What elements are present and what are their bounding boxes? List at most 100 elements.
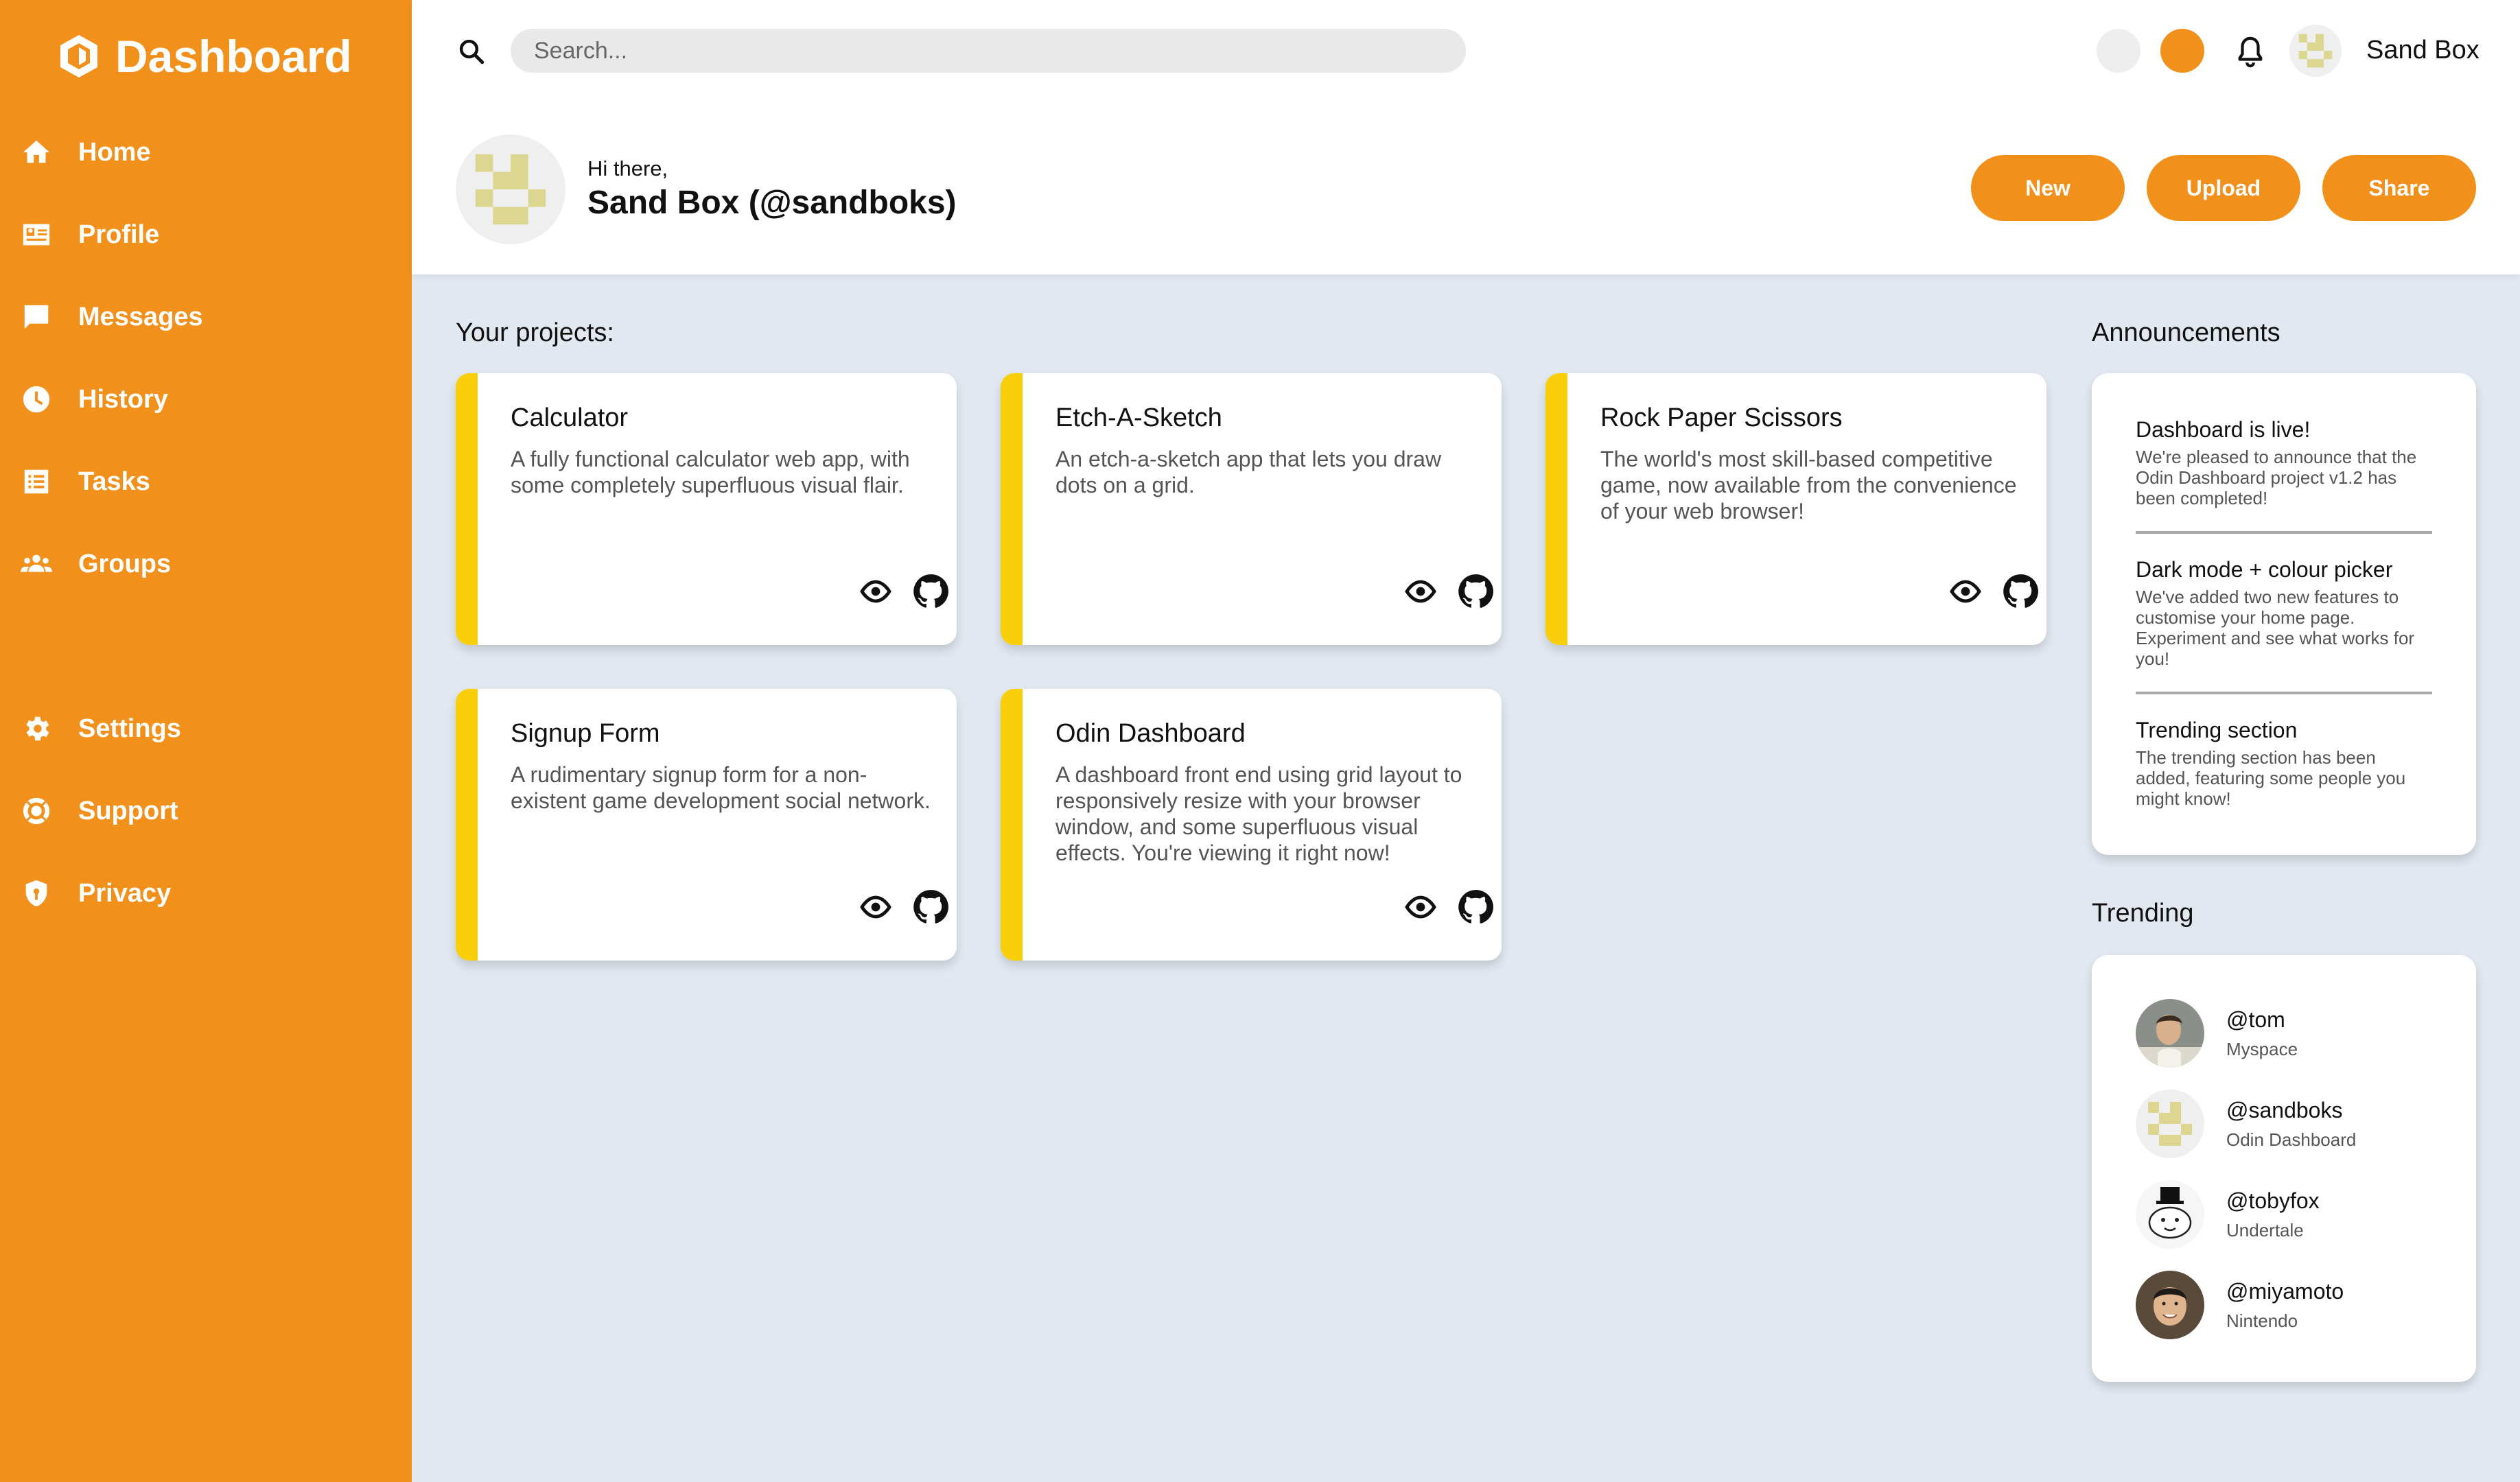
sidebar-item-profile[interactable]: Profile xyxy=(21,214,159,255)
project-description: A dashboard front end using grid layout … xyxy=(1055,762,1462,865)
header-user-name[interactable]: Sand Box xyxy=(2366,36,2480,65)
sidebar-item-label: Settings xyxy=(78,714,181,743)
project-card[interactable]: Rock Paper Scissors The world's most ski… xyxy=(1545,373,2046,645)
sidebar-item-settings[interactable]: Settings xyxy=(21,708,181,749)
eye-icon[interactable] xyxy=(1404,578,1437,605)
clock-icon xyxy=(23,386,50,413)
trending-user[interactable]: @miyamoto Nintendo xyxy=(2136,1271,2451,1339)
project-card[interactable]: Calculator A fully functional calculator… xyxy=(456,373,957,645)
github-icon[interactable] xyxy=(1458,574,1493,609)
github-icon[interactable] xyxy=(1458,889,1493,925)
home-icon xyxy=(23,140,50,163)
sidebar-item-label: Support xyxy=(78,796,178,825)
sidebar-item-tasks[interactable]: Tasks xyxy=(21,461,150,502)
trending-heading: Trending xyxy=(2092,899,2194,928)
project-card[interactable]: Etch-A-Sketch An etch-a-sketch app that … xyxy=(1001,373,1502,645)
project-description: A fully functional calculator web app, w… xyxy=(511,447,910,497)
divider xyxy=(2136,692,2432,694)
greeting: Hi there, xyxy=(587,156,668,180)
bell-icon[interactable] xyxy=(2235,34,2266,69)
announcements-heading: Announcements xyxy=(2092,318,2280,347)
sidebar-item-label: Groups xyxy=(78,549,172,578)
project-description: The world's most skill-based competitive… xyxy=(1600,447,2017,524)
announcement-title: Dashboard is live! xyxy=(2136,417,2311,442)
pixel-avatar xyxy=(2136,1090,2204,1158)
eye-icon[interactable] xyxy=(859,578,892,605)
eye-icon[interactable] xyxy=(859,893,892,921)
announcement-item: Dashboard is live! We're pleased to anno… xyxy=(2136,417,2432,508)
sidebar: Dashboard Home Profile Messages History … xyxy=(0,0,412,1482)
github-icon[interactable] xyxy=(913,574,948,609)
list-icon xyxy=(24,469,49,494)
project-title: Etch-A-Sketch xyxy=(1055,403,1222,432)
colour-picker-button[interactable] xyxy=(2160,29,2204,73)
gear-icon xyxy=(26,716,49,741)
sidebar-item-label: Messages xyxy=(78,302,203,331)
message-icon xyxy=(24,305,49,329)
trending-subtitle: Undertale xyxy=(2226,1220,2304,1240)
trending-subtitle: Myspace xyxy=(2226,1039,2298,1059)
sidebar-item-label: Profile xyxy=(78,220,160,249)
user-photo-avatar xyxy=(2136,999,2204,1068)
sidebar-item-label: Home xyxy=(78,137,151,167)
trending-handle: @tobyfox xyxy=(2226,1188,2320,1213)
moon-icon xyxy=(2111,40,2122,61)
announcement-body: We've added two new features to customis… xyxy=(2136,587,2415,669)
eye-icon[interactable] xyxy=(1404,893,1437,921)
sidebar-item-label: History xyxy=(78,384,168,414)
sidebar-item-label: Tasks xyxy=(78,467,150,496)
brand-title: Dashboard xyxy=(115,31,352,82)
project-description: A rudimentary signup form for a non-exis… xyxy=(511,762,931,813)
upload-button[interactable]: Upload xyxy=(2147,155,2300,221)
profile-avatar xyxy=(456,134,565,244)
project-card[interactable]: Signup Form A rudimentary signup form fo… xyxy=(456,689,957,961)
announcement-title: Trending section xyxy=(2136,718,2298,742)
shield-icon xyxy=(25,880,47,907)
sidebar-item-home[interactable]: Home xyxy=(21,132,151,173)
trending-user[interactable]: @tobyfox Undertale xyxy=(2136,1180,2451,1249)
header: Sand Box Hi there, Sand Box (@sandboks) … xyxy=(412,0,2520,274)
trending-user[interactable]: @sandboks Odin Dashboard xyxy=(2136,1090,2451,1158)
brand[interactable]: Dashboard xyxy=(58,30,352,82)
profile-card-icon xyxy=(23,224,50,246)
trending-handle: @sandboks xyxy=(2226,1098,2343,1122)
sidebar-item-support[interactable]: Support xyxy=(21,790,178,832)
project-title: Calculator xyxy=(511,403,629,432)
projects-heading: Your projects: xyxy=(456,318,614,347)
sidebar-item-history[interactable]: History xyxy=(21,379,168,420)
groups-icon xyxy=(21,554,52,572)
announcements-panel: Dashboard is live! We're pleased to anno… xyxy=(2092,373,2476,855)
trending-subtitle: Odin Dashboard xyxy=(2226,1129,2357,1150)
project-title: Rock Paper Scissors xyxy=(1600,403,1843,432)
trending-user[interactable]: @tom Myspace xyxy=(2136,999,2451,1068)
avatar[interactable] xyxy=(2289,25,2342,77)
divider xyxy=(2136,531,2432,534)
sketch-dog-avatar xyxy=(2136,1180,2204,1249)
announcement-body: The trending section has been added, fea… xyxy=(2136,747,2406,809)
announcement-title: Dark mode + colour picker xyxy=(2136,557,2393,582)
new-button[interactable]: New xyxy=(1971,155,2125,221)
project-title: Odin Dashboard xyxy=(1055,719,1246,748)
project-description: An etch-a-sketch app that lets you draw … xyxy=(1055,447,1442,497)
eye-icon[interactable] xyxy=(1949,578,1982,605)
trending-handle: @tom xyxy=(2226,1007,2285,1032)
announcement-item: Dark mode + colour picker We've added tw… xyxy=(2136,557,2432,669)
project-card[interactable]: Odin Dashboard A dashboard front end usi… xyxy=(1001,689,1502,961)
announcement-item: Trending section The trending section ha… xyxy=(2136,718,2432,809)
search-input[interactable] xyxy=(511,29,1466,73)
sidebar-item-groups[interactable]: Groups xyxy=(21,543,171,585)
trending-panel: @tom Myspace @sandboks Odin Dashboard @t… xyxy=(2092,955,2476,1382)
github-icon[interactable] xyxy=(2003,574,2038,609)
hexagon-logo-icon xyxy=(60,35,97,78)
github-icon[interactable] xyxy=(913,889,948,925)
trending-subtitle: Nintendo xyxy=(2226,1310,2298,1331)
user-photo-avatar xyxy=(2136,1271,2204,1339)
share-button[interactable]: Share xyxy=(2322,155,2476,221)
dark-mode-toggle[interactable] xyxy=(2097,29,2140,73)
sidebar-item-privacy[interactable]: Privacy xyxy=(21,873,171,914)
project-title: Signup Form xyxy=(511,719,660,748)
sidebar-item-messages[interactable]: Messages xyxy=(21,296,203,338)
search-icon[interactable] xyxy=(457,37,486,66)
lifebuoy-icon xyxy=(23,797,50,825)
trending-handle: @miyamoto xyxy=(2226,1279,2344,1304)
